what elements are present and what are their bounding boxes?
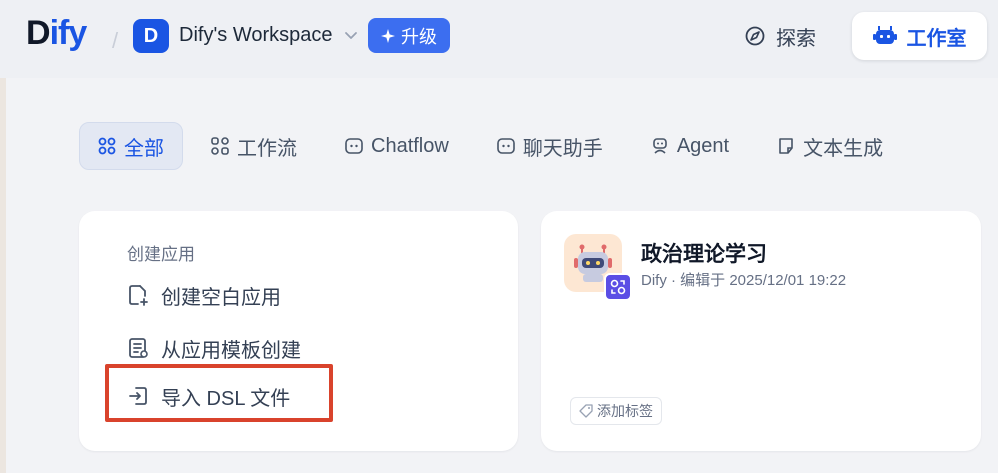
create-app-title: 创建应用 — [127, 245, 195, 264]
upgrade-label: 升级 — [401, 26, 437, 47]
explore-button[interactable]: 探索 — [744, 18, 816, 54]
file-plus-icon — [127, 284, 149, 306]
tab-label: 文本生成 — [803, 137, 884, 160]
side-edge — [0, 78, 6, 473]
studio-label: 工作室 — [906, 27, 967, 50]
robot-icon — [872, 25, 897, 47]
create-from-template-label: 从应用模板创建 — [161, 339, 301, 362]
chatflow-badge-icon — [604, 273, 632, 301]
tab-all[interactable]: 全部 — [79, 122, 183, 170]
tab-label: 全部 — [124, 137, 164, 160]
compass-icon — [744, 25, 766, 47]
create-from-template-button[interactable]: 从应用模板创建 — [127, 331, 301, 365]
studio-button[interactable]: 工作室 — [852, 12, 987, 60]
app-name: 政治理论学习 — [641, 243, 767, 266]
create-blank-app-label: 创建空白应用 — [161, 286, 281, 309]
upgrade-button[interactable]: 升级 — [368, 18, 450, 53]
tab-label: 工作流 — [237, 137, 297, 160]
explore-label: 探索 — [776, 27, 816, 50]
tab-label: Chatflow — [371, 134, 449, 157]
chevron-down-icon[interactable] — [343, 27, 359, 43]
app-type-tabs: 全部 工作流 Chatflow 聊天助手 Agent 文本生成 — [79, 122, 913, 170]
workspace-avatar[interactable]: D — [133, 19, 169, 53]
document-icon — [777, 137, 795, 155]
agent-icon — [651, 137, 669, 155]
tab-text-generation[interactable]: 文本生成 — [759, 123, 903, 169]
add-tag-label: 添加标签 — [597, 403, 653, 419]
tab-label: Agent — [676, 134, 730, 157]
workspace-name[interactable]: Dify's Workspace — [179, 24, 333, 47]
dify-logo[interactable]: Dify — [26, 14, 87, 53]
chatflow-icon — [345, 137, 363, 155]
app-meta: Dify · 编辑于 2025/12/01 19:22 — [641, 272, 847, 289]
breadcrumb-separator: / — [112, 28, 119, 53]
grid-icon — [98, 137, 116, 155]
chat-bubble-icon — [497, 137, 515, 155]
add-tag-button[interactable]: 添加标签 — [570, 397, 662, 425]
template-icon — [127, 337, 149, 359]
workflow-icon — [211, 137, 229, 155]
top-bar: Dify / D Dify's Workspace 升级 探索 工作室 — [0, 0, 998, 78]
tab-workflow[interactable]: 工作流 — [193, 123, 317, 169]
tab-chatflow[interactable]: Chatflow — [327, 123, 469, 169]
sparkle-icon — [381, 28, 395, 43]
tab-agent[interactable]: Agent — [633, 123, 749, 169]
app-card[interactable]: 政治理论学习 Dify · 编辑于 2025/12/01 19:22 添加标签 — [541, 211, 981, 451]
tab-chat-assistant[interactable]: 聊天助手 — [479, 123, 623, 169]
highlight-box — [105, 364, 333, 422]
tab-label: 聊天助手 — [522, 137, 603, 160]
create-blank-app-button[interactable]: 创建空白应用 — [127, 278, 281, 312]
tag-icon — [579, 404, 593, 418]
